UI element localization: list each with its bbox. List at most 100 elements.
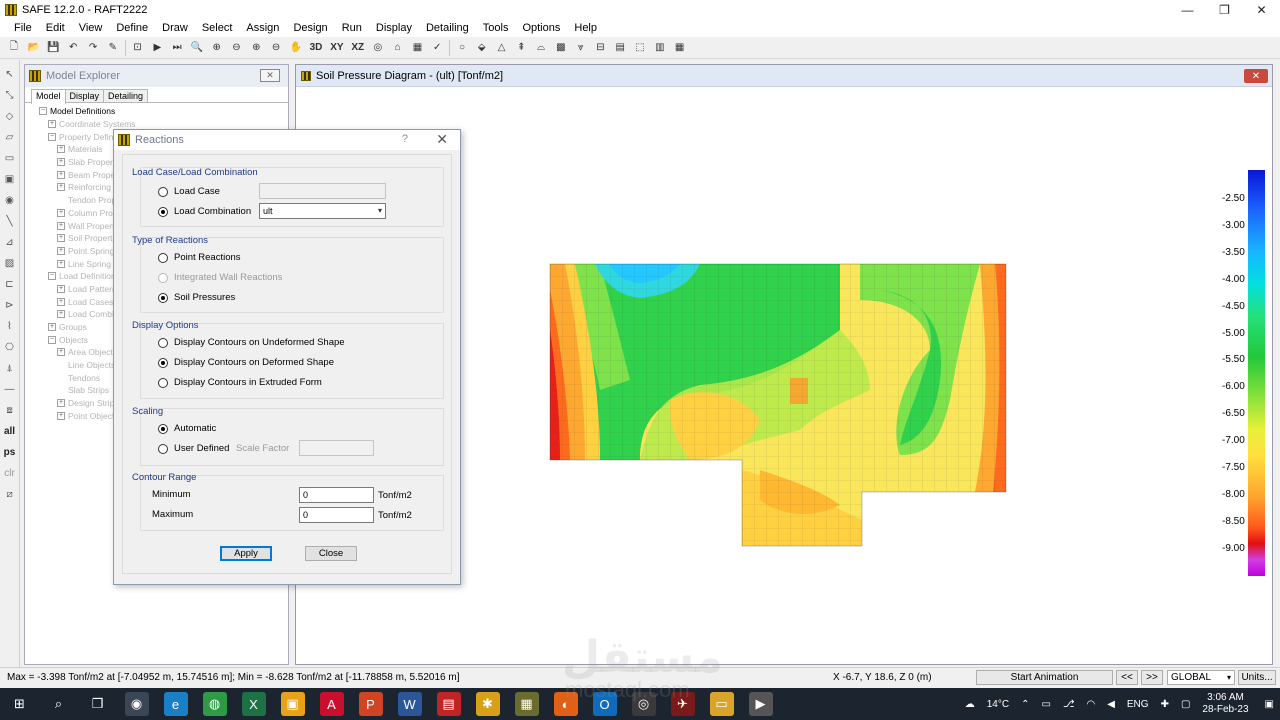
draw-wall-icon[interactable]: ▨: [2, 256, 18, 272]
next-step-button[interactable]: >>: [1141, 670, 1163, 685]
expand-icon[interactable]: +: [57, 348, 65, 357]
view-xy-button[interactable]: XY: [328, 40, 345, 56]
expand-icon[interactable]: +: [57, 259, 65, 268]
draw-strip-icon[interactable]: ⊳: [2, 298, 18, 314]
safe-taskbar-icon[interactable]: ▦: [514, 692, 539, 716]
menu-help[interactable]: Help: [567, 19, 604, 37]
user-defined-radio-row[interactable]: User Defined: [158, 443, 229, 454]
star-app-icon[interactable]: ✱: [475, 692, 500, 716]
red-app-icon[interactable]: ▤: [436, 692, 461, 716]
collapse-icon[interactable]: −: [48, 132, 56, 141]
show-forces-icon[interactable]: ⌓: [533, 40, 549, 56]
cloud-weather-icon[interactable]: ☁: [965, 699, 975, 710]
zoom-in-icon[interactable]: ⊕: [248, 40, 264, 56]
expand-icon[interactable]: +: [57, 246, 65, 255]
menu-define[interactable]: Define: [109, 19, 155, 37]
draw-dimension-icon[interactable]: ⌇: [2, 319, 18, 335]
load-case-radio-row[interactable]: Load Case: [158, 186, 220, 197]
expand-icon[interactable]: +: [57, 284, 65, 293]
expand-icon[interactable]: +: [57, 411, 65, 420]
menu-design[interactable]: Design: [286, 19, 334, 37]
undeformed-radio-row[interactable]: Display Contours on Undeformed Shape: [158, 337, 345, 348]
help-button[interactable]: ?: [402, 133, 408, 145]
run-design-icon[interactable]: ⏭: [169, 40, 185, 56]
maximum-field[interactable]: 0: [299, 507, 374, 523]
expand-icon[interactable]: +: [57, 183, 65, 192]
new-file-icon[interactable]: 🗋: [6, 40, 22, 56]
tree-node[interactable]: − Model Definitions: [39, 105, 288, 118]
automatic-radio-row[interactable]: Automatic: [158, 423, 216, 434]
battery-icon[interactable]: ▭: [1041, 699, 1050, 710]
pan-hand-icon[interactable]: ✋: [288, 40, 304, 56]
draw-section-cut-icon[interactable]: ⎔: [2, 340, 18, 356]
menu-run[interactable]: Run: [335, 19, 369, 37]
redo-icon[interactable]: ↷: [85, 40, 101, 56]
load-combination-select[interactable]: ult ▾: [259, 203, 386, 219]
extruded-radio[interactable]: [158, 377, 168, 388]
collapse-icon[interactable]: −: [48, 272, 56, 281]
model-explorer-close-button[interactable]: ✕: [260, 69, 280, 82]
close-button[interactable]: Close: [305, 546, 357, 561]
menu-view[interactable]: View: [72, 19, 110, 37]
draw-beam-icon[interactable]: ⊿: [2, 235, 18, 251]
show-beam-forces-icon[interactable]: ⩔: [573, 40, 589, 56]
menu-assign[interactable]: Assign: [239, 19, 286, 37]
show-deformed-icon[interactable]: △: [494, 40, 510, 56]
edge-browser-icon[interactable]: e: [163, 692, 188, 716]
expand-icon[interactable]: +: [48, 323, 56, 332]
etabs-icon[interactable]: ✈: [670, 692, 695, 716]
zoom-full-icon[interactable]: ⊕: [209, 40, 225, 56]
run-analysis-icon[interactable]: ▶: [149, 40, 165, 56]
draw-point-icon[interactable]: ◇: [2, 109, 18, 125]
menu-select[interactable]: Select: [195, 19, 240, 37]
firefox-icon[interactable]: ◐: [553, 692, 578, 716]
automatic-radio[interactable]: [158, 423, 168, 434]
language-indicator[interactable]: ENG: [1127, 699, 1149, 710]
dialog-close-icon[interactable]: ✕: [436, 131, 448, 148]
apply-button[interactable]: Apply: [220, 546, 272, 561]
task-view-icon[interactable]: ❒: [86, 692, 110, 716]
clear-selection-button[interactable]: clr: [2, 466, 18, 482]
usb-icon[interactable]: ⎇: [1063, 699, 1075, 710]
show-report-icon[interactable]: ▦: [672, 40, 688, 56]
expand-icon[interactable]: +: [57, 297, 65, 306]
zoom-window-icon[interactable]: 🔍: [189, 40, 205, 56]
reshape-icon[interactable]: ⤡: [2, 88, 18, 104]
windows-start-icon[interactable]: ⊞: [8, 692, 32, 716]
pointer-icon[interactable]: ↖: [2, 67, 18, 83]
extruded-radio-row[interactable]: Display Contours in Extruded Form: [158, 377, 322, 388]
chrome-browser-icon[interactable]: ◍: [202, 692, 227, 716]
load-combination-radio-row[interactable]: Load Combination: [158, 206, 251, 217]
tab-detailing[interactable]: Detailing: [103, 89, 149, 102]
minimum-field[interactable]: 0: [299, 487, 374, 503]
soil-pressures-radio[interactable]: [158, 292, 168, 303]
show-slab-forces-icon[interactable]: ▩: [553, 40, 569, 56]
system-clock[interactable]: 3:06 AM 28-Feb-23: [1202, 692, 1248, 716]
point-reactions-radio-row[interactable]: Point Reactions: [158, 252, 241, 263]
search-icon[interactable]: ⌕: [47, 692, 71, 716]
chevron-up-icon[interactable]: ⌃: [1021, 699, 1029, 710]
expand-icon[interactable]: +: [57, 158, 65, 167]
settings-app-icon[interactable]: ◎: [631, 692, 656, 716]
deformed-radio[interactable]: [158, 357, 168, 368]
deformed-radio-row[interactable]: Display Contours on Deformed Shape: [158, 357, 334, 368]
menu-display[interactable]: Display: [369, 19, 419, 37]
expand-icon[interactable]: +: [57, 399, 65, 408]
user-defined-radio[interactable]: [158, 443, 168, 454]
show-reactions-icon[interactable]: ⇞: [513, 40, 529, 56]
draw-column-icon[interactable]: ◉: [2, 193, 18, 209]
autocad-icon[interactable]: A: [319, 692, 344, 716]
network-icon[interactable]: ✚: [1161, 699, 1169, 710]
expand-icon[interactable]: +: [57, 170, 65, 179]
draw-area-icon[interactable]: ▱: [2, 130, 18, 146]
view-xz-button[interactable]: XZ: [349, 40, 366, 56]
soil-pressures-radio-row[interactable]: Soil Pressures: [158, 292, 235, 303]
menu-tools[interactable]: Tools: [476, 19, 516, 37]
powerpoint-icon[interactable]: P: [358, 692, 383, 716]
show-strip-forces-icon[interactable]: ⊟: [592, 40, 608, 56]
collapse-icon[interactable]: −: [48, 335, 56, 344]
close-window-button[interactable]: ✕: [1243, 0, 1280, 20]
minimize-button[interactable]: —: [1169, 0, 1206, 20]
zoom-previous-icon[interactable]: ⊖: [228, 40, 244, 56]
draw-rectangle-icon[interactable]: ▭: [2, 151, 18, 167]
